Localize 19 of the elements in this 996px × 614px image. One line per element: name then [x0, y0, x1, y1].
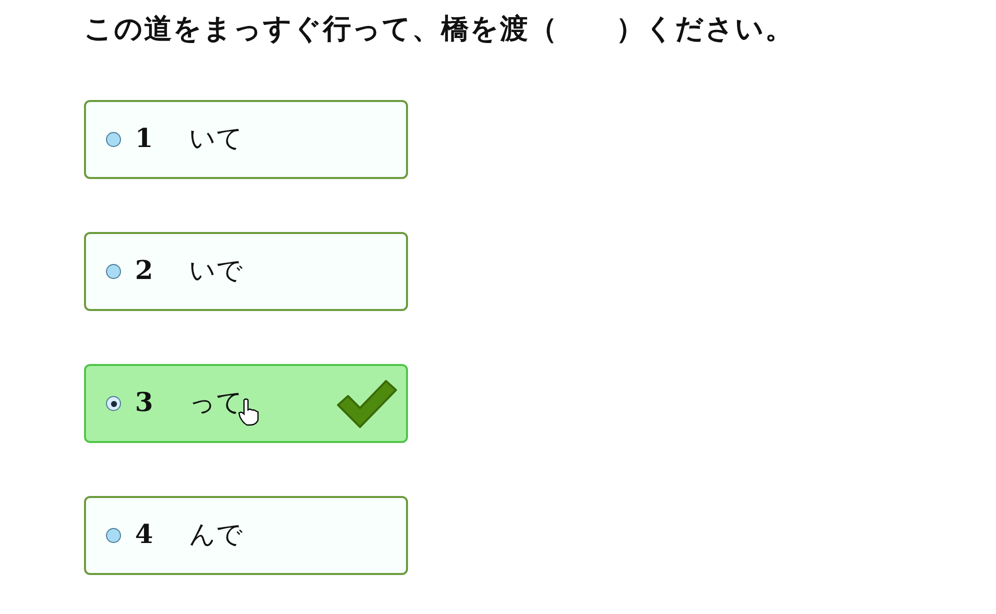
option-number: 4 — [135, 519, 154, 552]
checkmark-icon — [336, 378, 398, 428]
hand-cursor-icon — [238, 398, 260, 426]
answer-option[interactable]: 1 いて — [84, 100, 408, 179]
option-text: いて — [189, 123, 244, 156]
radio-button[interactable] — [106, 528, 121, 543]
option-text: んで — [189, 519, 244, 552]
option-number: 3 — [135, 387, 154, 420]
answer-option[interactable]: 4 んで — [84, 496, 408, 575]
option-number: 2 — [135, 255, 154, 288]
answer-option[interactable]: 2 いで — [84, 232, 408, 311]
option-text: いで — [189, 255, 244, 288]
answer-option[interactable]: 3 って — [84, 364, 408, 443]
option-number: 1 — [135, 123, 154, 156]
radio-button[interactable] — [106, 264, 121, 279]
radio-button[interactable] — [106, 396, 121, 411]
radio-button[interactable] — [106, 132, 121, 147]
option-text: って — [189, 387, 244, 420]
question-text: この道をまっすぐ行って、橋を渡（ ）ください。 — [84, 11, 795, 47]
